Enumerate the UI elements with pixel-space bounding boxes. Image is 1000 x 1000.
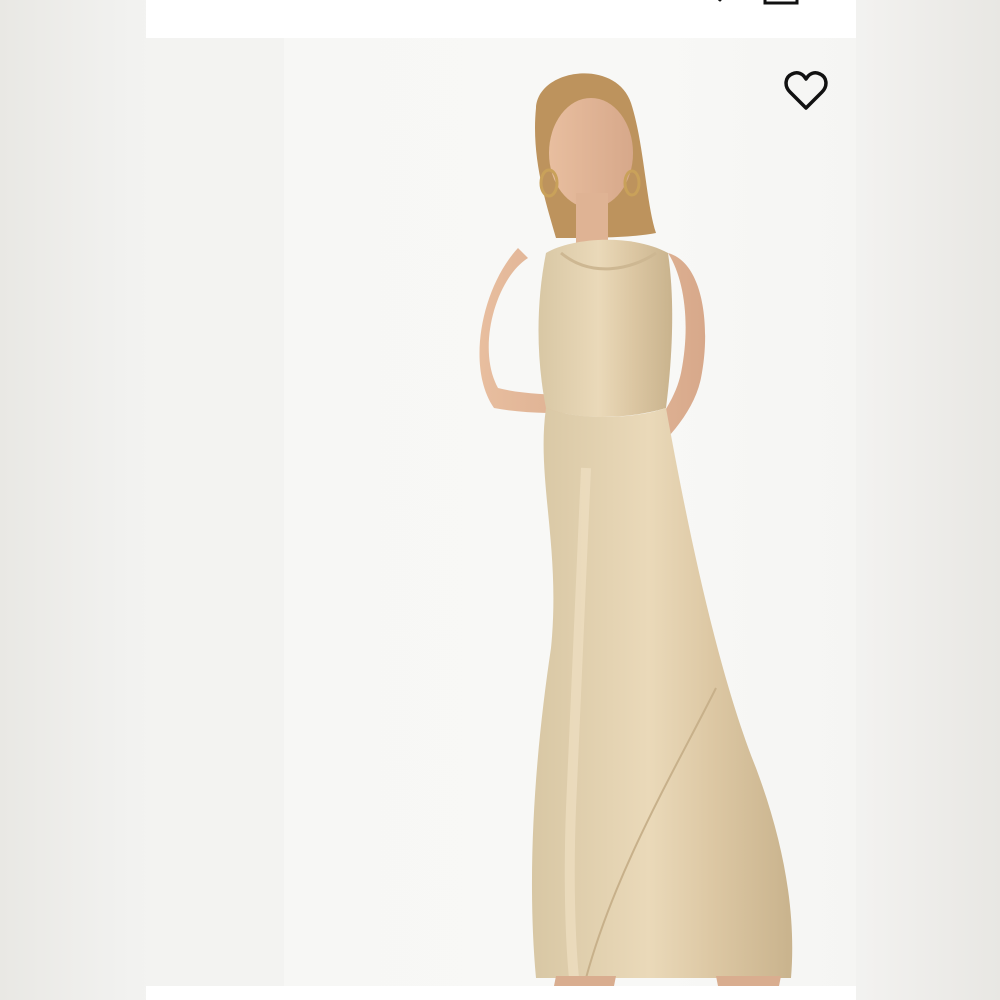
photo-side-strip: [146, 38, 284, 986]
menu-icon[interactable]: [206, 0, 234, 2]
search-icon[interactable]: [702, 0, 726, 6]
bottom-edge: [146, 986, 856, 1000]
model-in-dress-illustration: [479, 73, 793, 986]
heart-outline-icon[interactable]: [782, 70, 830, 112]
app-screen: [146, 0, 856, 1000]
top-navigation-bar: [146, 0, 856, 38]
shopping-bag-icon[interactable]: [761, 0, 801, 6]
product-photo[interactable]: [146, 38, 856, 986]
